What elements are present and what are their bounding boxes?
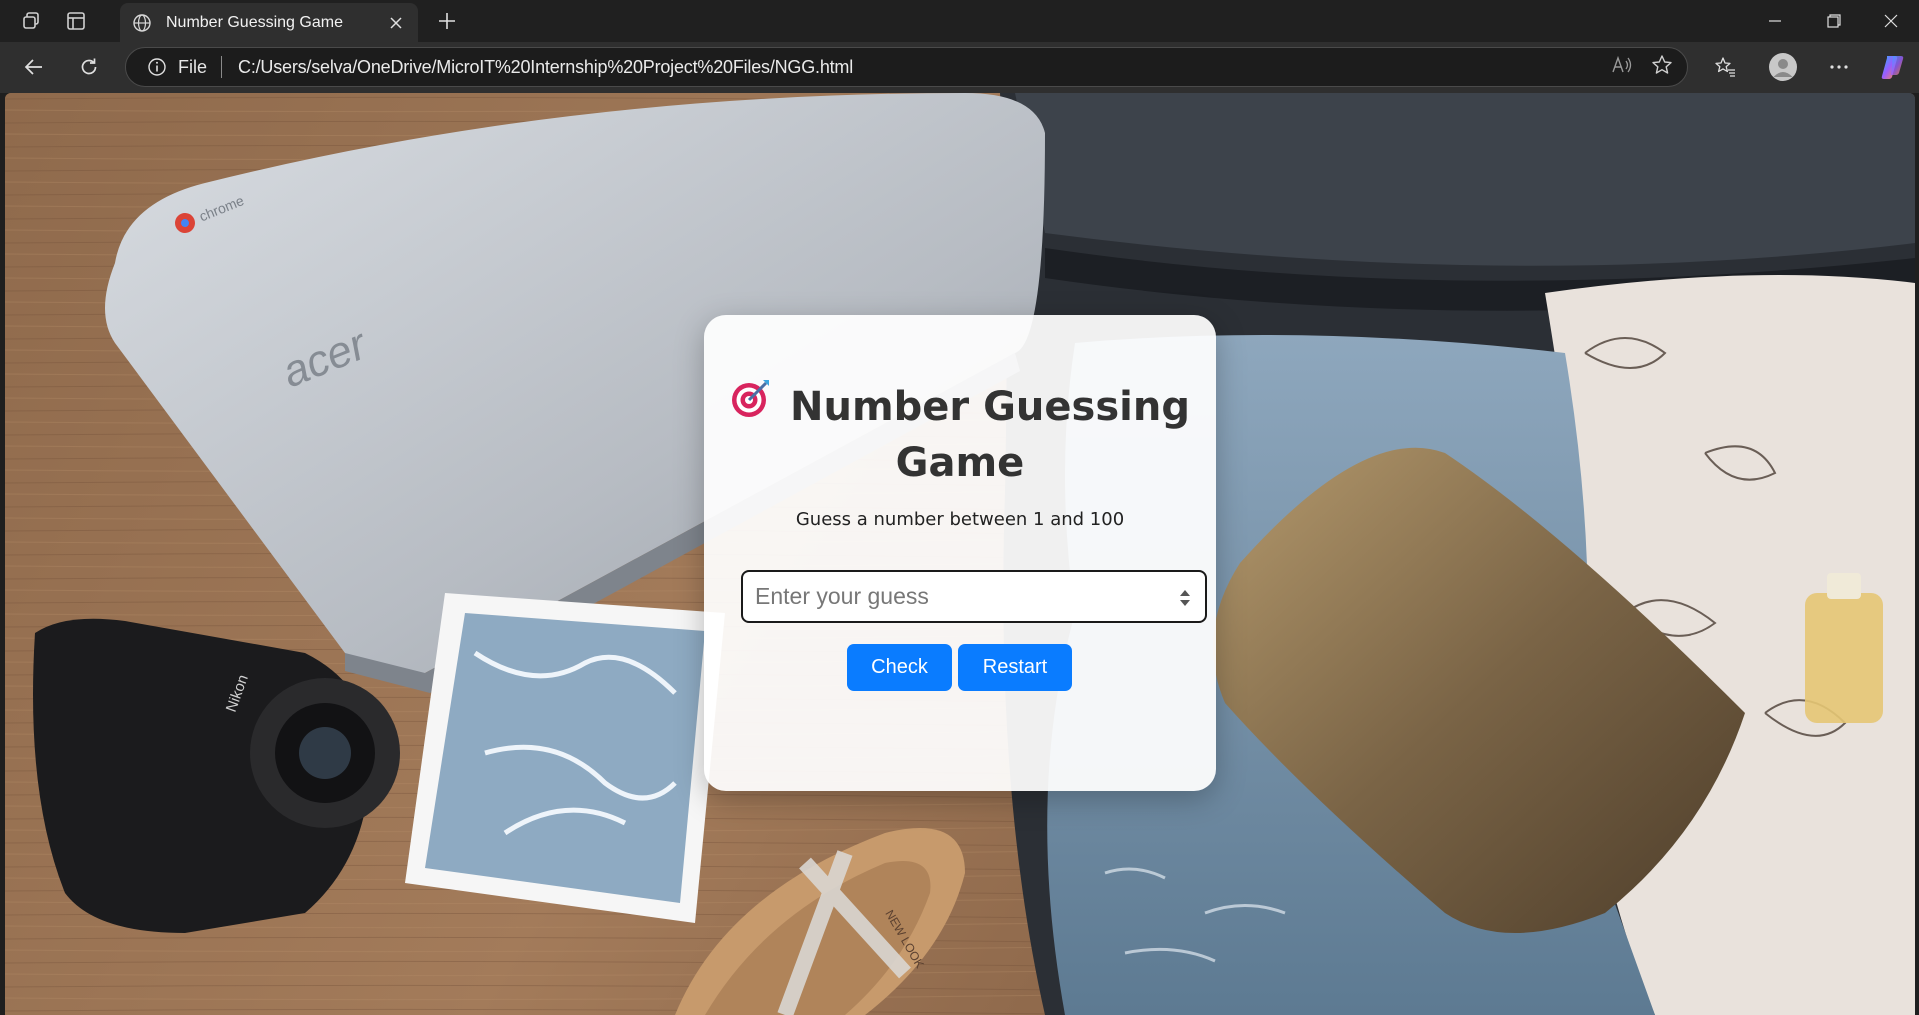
close-window-icon[interactable] bbox=[1863, 0, 1919, 42]
tab-actions-icon[interactable] bbox=[56, 1, 96, 41]
back-icon[interactable] bbox=[16, 49, 52, 85]
address-bar[interactable]: File C:/Users/selva/OneDrive/MicroIT%20I… bbox=[125, 47, 1688, 87]
more-options-icon[interactable] bbox=[1821, 49, 1857, 85]
read-aloud-icon[interactable] bbox=[1611, 55, 1633, 79]
globe-icon bbox=[130, 11, 154, 35]
new-tab-icon[interactable] bbox=[432, 6, 462, 36]
guess-input[interactable] bbox=[741, 570, 1207, 623]
restart-button[interactable]: Restart bbox=[958, 644, 1072, 691]
check-button[interactable]: Check bbox=[847, 644, 952, 691]
page-title: Number Guessing Game bbox=[704, 380, 1216, 490]
favorite-star-icon[interactable] bbox=[1651, 54, 1673, 80]
minimize-icon[interactable] bbox=[1747, 0, 1803, 42]
copilot-icon[interactable] bbox=[1875, 49, 1911, 85]
page-viewport: chrome acer Nikon NEW LOOK Number Guessi… bbox=[5, 93, 1915, 1015]
game-title-text: Number Guessing Game bbox=[790, 384, 1190, 486]
site-info-icon[interactable] bbox=[146, 56, 168, 78]
address-url[interactable]: C:/Users/selva/OneDrive/MicroIT%20Intern… bbox=[238, 57, 853, 78]
restore-icon[interactable] bbox=[1806, 0, 1862, 42]
game-subtitle: Guess a number between 1 and 100 bbox=[795, 509, 1125, 530]
close-tab-icon[interactable] bbox=[384, 11, 408, 35]
tab-strip: Number Guessing Game bbox=[0, 0, 1919, 42]
workspaces-icon[interactable] bbox=[12, 1, 52, 41]
target-icon bbox=[730, 377, 772, 433]
tab-active[interactable]: Number Guessing Game bbox=[120, 3, 418, 42]
number-spinner-icon[interactable] bbox=[1178, 585, 1192, 611]
game-card: Number Guessing Game Guess a number betw… bbox=[704, 315, 1216, 791]
profile-avatar-icon[interactable] bbox=[1765, 49, 1801, 85]
refresh-icon[interactable] bbox=[71, 49, 107, 85]
address-actions bbox=[1611, 48, 1673, 86]
favorites-icon[interactable] bbox=[1707, 49, 1743, 85]
tab-title: Number Guessing Game bbox=[166, 13, 343, 31]
address-separator bbox=[221, 56, 223, 78]
browser-toolbar: File C:/Users/selva/OneDrive/MicroIT%20I… bbox=[0, 42, 1919, 93]
address-scheme-label: File bbox=[178, 56, 208, 77]
